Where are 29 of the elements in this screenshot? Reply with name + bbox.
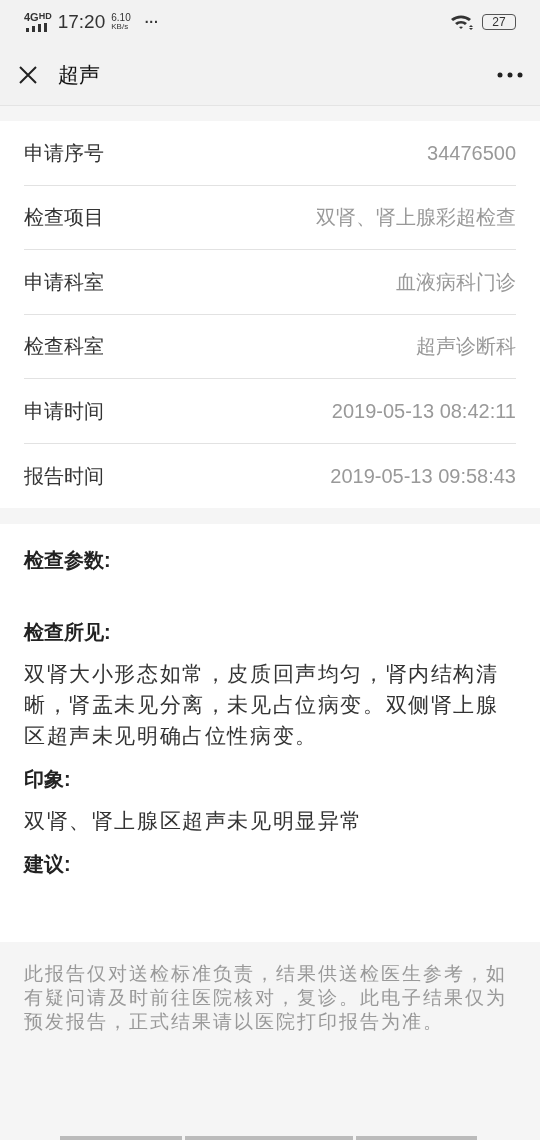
- speed-unit: KB/s: [111, 23, 130, 31]
- page-title: 超声: [58, 61, 100, 88]
- wifi-icon: [450, 13, 474, 31]
- battery-level: 27: [492, 16, 506, 28]
- section-text: 双肾大小形态如常，皮质回声均匀，肾内结构清晰，肾盂未见分离，未见占位病变。双侧肾上腺区超声未见明确占位性病变。: [24, 661, 500, 749]
- row-label: 申请序号: [24, 140, 104, 166]
- row-label: 报告时间: [24, 463, 104, 489]
- row-value: 2019-05-13 09:58:43: [330, 463, 516, 489]
- section-heading: 检查参数:: [24, 548, 112, 573]
- signal-icon: [24, 23, 48, 32]
- section-heading: 印象:: [24, 767, 72, 792]
- section-heading: 建议:: [24, 852, 72, 877]
- row-label: 申请时间: [24, 398, 104, 424]
- speed-value: 6.10: [111, 13, 131, 23]
- row-value: 超声诊断科: [416, 334, 516, 360]
- row-label: 检查项目: [24, 205, 104, 231]
- row-value: 双肾、肾上腺彩超检查: [316, 205, 516, 231]
- section-heading: 检查所见:: [24, 620, 112, 645]
- row-label: 检查科室: [24, 334, 104, 360]
- row-value: 34476500: [427, 140, 516, 166]
- row-value: 血液病科门诊: [396, 269, 516, 295]
- more-notifications: ···: [144, 12, 159, 32]
- network-label: 4G: [24, 12, 39, 23]
- row-label: 申请科室: [24, 269, 104, 295]
- network-hd-label: HD: [38, 12, 52, 21]
- clock-time: 17:20: [57, 9, 106, 34]
- row-value: 2019-05-13 08:42:11: [331, 398, 516, 424]
- section-text: 双肾、肾上腺区超声未见明显异常: [24, 808, 364, 834]
- disclaimer-text: 此报告仅对送检标准负责，结果供送检医生参考，如有疑问请及时前往医院核对，复诊。此电子结果仅为预发报告，正式结果请以医院打印报告为准。: [24, 962, 508, 1034]
